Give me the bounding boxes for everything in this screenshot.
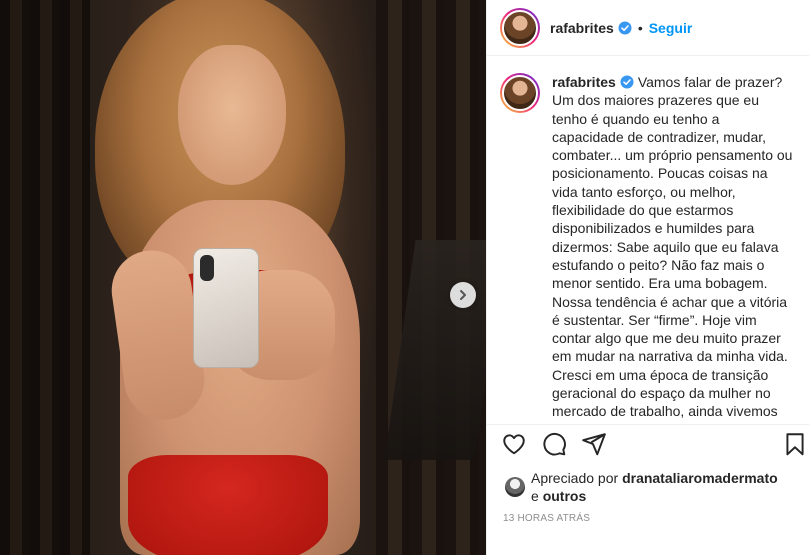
verified-badge-icon <box>618 21 632 34</box>
post-sidebar: rafabrites • Seguir rafabrites Vamos fal… <box>486 0 809 555</box>
next-photo-button[interactable] <box>450 282 476 308</box>
post-timestamp[interactable]: 13 HORAS ATRÁS <box>503 513 590 524</box>
liker-username[interactable]: dranataliaromadermato <box>622 470 778 486</box>
caption-avatar[interactable] <box>500 73 540 113</box>
phone-camera <box>200 255 214 281</box>
liked-by-text: Apreciado por dranataliaromadermato e ou… <box>531 469 778 505</box>
avatar-image <box>502 9 538 46</box>
liker-avatar[interactable] <box>505 477 525 497</box>
chevron-right-icon <box>460 290 466 300</box>
caption-container: rafabrites Vamos falar de prazer? Um dos… <box>487 57 809 443</box>
photo-red-briefs <box>128 455 328 555</box>
caption-body: Vamos falar de prazer? Um dos maiores pr… <box>552 74 793 443</box>
verified-badge-icon <box>620 75 634 89</box>
follow-button[interactable]: Seguir <box>649 20 693 36</box>
liked-others[interactable]: outros <box>543 488 587 504</box>
caption-username[interactable]: rafabrites <box>552 74 616 90</box>
curtain-left <box>0 0 90 555</box>
avatar[interactable] <box>500 7 540 48</box>
heart-icon[interactable] <box>501 431 527 457</box>
photo-phone <box>193 248 259 368</box>
comment-icon[interactable] <box>541 431 567 457</box>
liked-and: e <box>531 488 539 504</box>
header-username[interactable]: rafabrites <box>550 20 614 36</box>
caption-text: rafabrites Vamos falar de prazer? Um dos… <box>552 73 794 443</box>
share-icon[interactable] <box>581 431 607 457</box>
separator-dot: • <box>637 19 643 36</box>
liked-by: Apreciado por dranataliaromadermato e ou… <box>505 469 805 505</box>
post-header: rafabrites • Seguir <box>487 0 809 56</box>
post-photo[interactable] <box>0 0 486 555</box>
avatar-image <box>502 75 538 111</box>
liked-prefix: Apreciado por <box>531 470 619 486</box>
action-bar <box>487 424 809 458</box>
bookmark-icon[interactable] <box>782 431 808 457</box>
photo-face <box>178 45 286 185</box>
